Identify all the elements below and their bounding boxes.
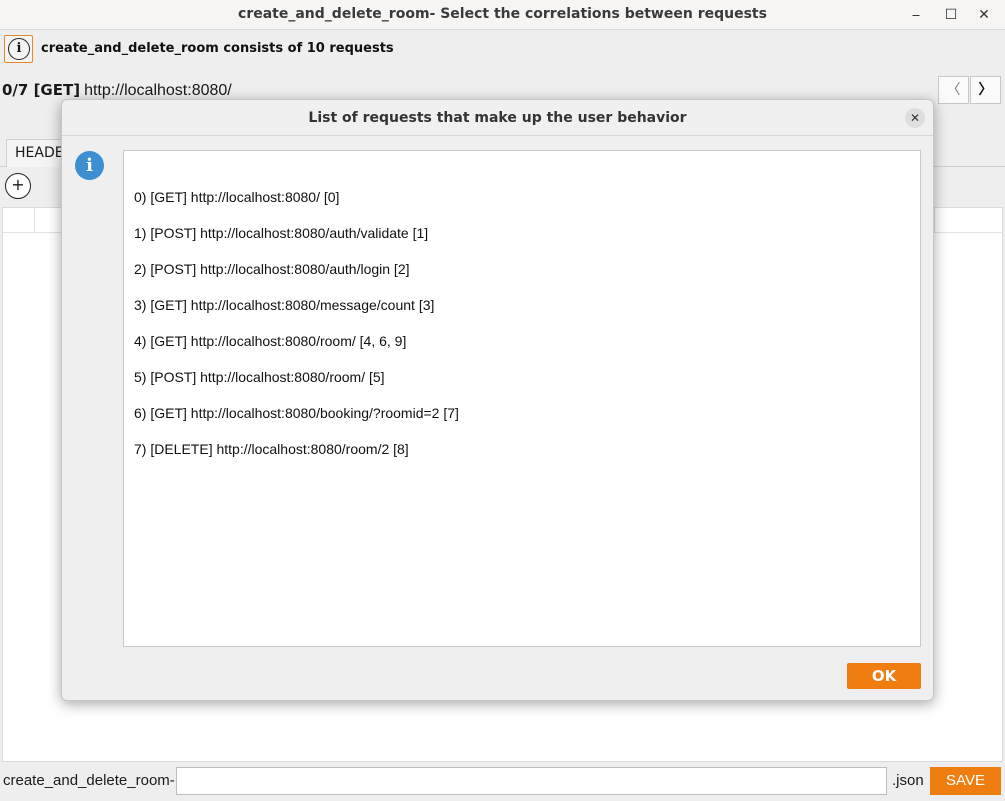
request-list-item: 5) [POST] http://localhost:8080/room/ [5… [134,369,385,385]
add-icon[interactable]: + [5,173,31,199]
request-count-message: create_and_delete_room consists of 10 re… [41,41,394,56]
save-button[interactable]: SAVE [930,767,1001,795]
close-icon[interactable]: ✕ [905,108,925,128]
request-list-item: 4) [GET] http://localhost:8080/room/ [4,… [134,333,407,349]
request-list-item: 3) [GET] http://localhost:8080/message/c… [134,297,435,313]
file-extension: .json [892,772,924,789]
request-list-item: 0) [GET] http://localhost:8080/ [0] [134,189,340,205]
request-list-item: 7) [DELETE] http://localhost:8080/room/2… [134,441,409,457]
info-icon: i [75,151,104,180]
ok-button[interactable]: OK [847,663,921,689]
previous-request-button[interactable]: 〈 [938,76,969,104]
request-list-item: 6) [GET] http://localhost:8080/booking/?… [134,405,459,421]
save-bar: create_and_delete_room- .json SAVE [0,765,1005,801]
requests-text-area[interactable]: 0) [GET] http://localhost:8080/ [0] 1) [… [123,150,921,647]
filename-prefix: create_and_delete_room- [3,772,175,789]
window-title: create_and_delete_room- Select the corre… [238,6,767,22]
maximize-icon[interactable]: ☐ [940,4,962,26]
close-window-icon[interactable]: ✕ [973,4,995,26]
dialog-title: List of requests that make up the user b… [308,110,687,126]
info-bar: i create_and_delete_room consists of 10 … [0,30,1005,70]
info-button[interactable]: i [4,35,33,63]
info-icon: i [8,38,30,60]
current-request: 0/7 [GET] http://localhost:8080/ [2,81,232,100]
window-titlebar: create_and_delete_room- Select the corre… [0,0,1005,30]
table-header-cell [3,208,35,233]
requests-list-dialog: List of requests that make up the user b… [61,99,934,701]
request-index: 0/7 [GET] [2,81,81,99]
next-request-button[interactable]: 〉 [970,76,1001,104]
dialog-header: List of requests that make up the user b… [62,100,933,136]
request-list-item: 1) [POST] http://localhost:8080/auth/val… [134,225,429,241]
minimize-icon[interactable]: ⎯ [905,4,927,26]
request-list-item: 2) [POST] http://localhost:8080/auth/log… [134,261,410,277]
filename-input[interactable] [176,767,887,795]
request-url: http://localhost:8080/ [84,82,232,99]
